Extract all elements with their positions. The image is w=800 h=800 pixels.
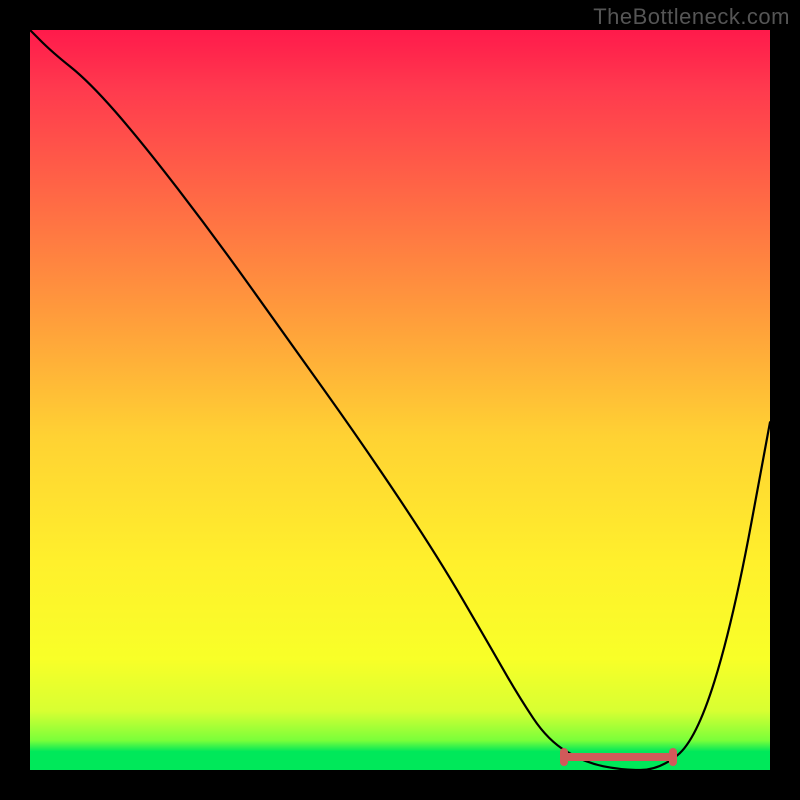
chart-gradient-background [30, 30, 770, 770]
watermark-text: TheBottleneck.com [593, 4, 790, 30]
optimal-range-cap-right [669, 748, 677, 766]
optimal-range-indicator [563, 750, 674, 764]
chart-plot-area [30, 30, 770, 770]
optimal-range-bar [563, 753, 674, 761]
